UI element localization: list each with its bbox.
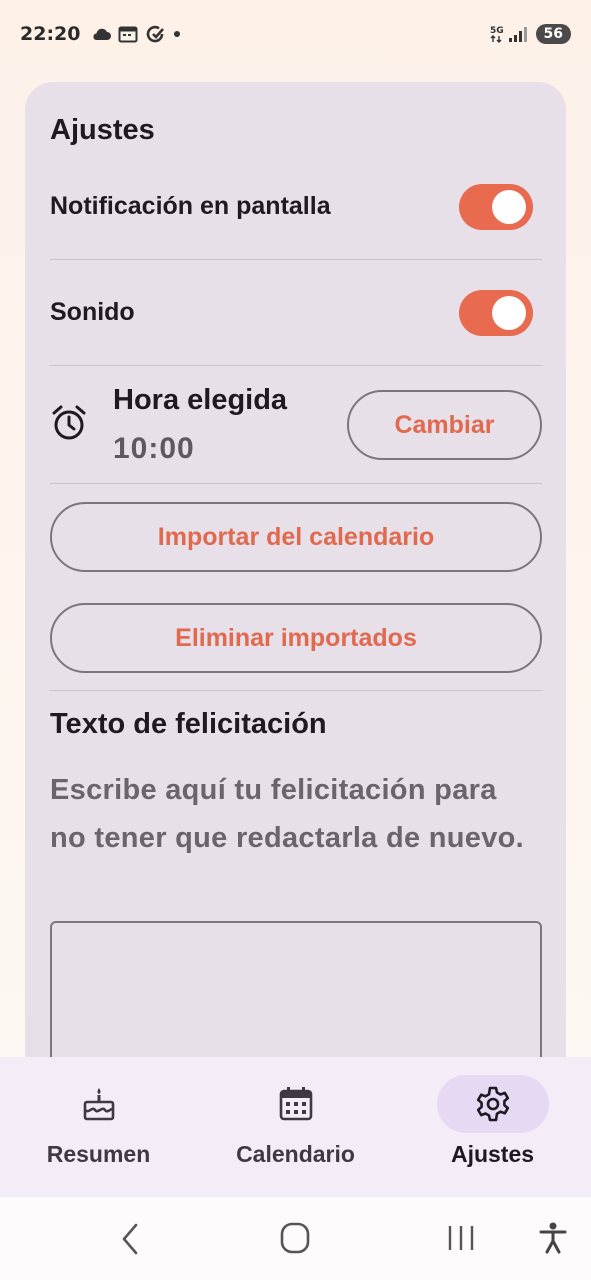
- network-5g-icon: 5G: [490, 26, 527, 43]
- chosen-time-label: Hora elegida: [113, 384, 288, 416]
- cake-icon: [83, 1088, 114, 1121]
- nav-label-calendario: Calendario: [236, 1141, 355, 1167]
- divider: [50, 690, 542, 691]
- delete-imported-button[interactable]: Eliminar importados: [50, 603, 542, 673]
- calendar-icon: [279, 1087, 312, 1121]
- chosen-time-value: 10:00: [113, 432, 195, 465]
- screen-notification-label: Notificación en pantalla: [50, 192, 331, 220]
- system-navigation-bar: [0, 1197, 591, 1280]
- recent-apps-icon[interactable]: [446, 1223, 476, 1253]
- divider: [50, 365, 542, 366]
- cloud-icon: [93, 28, 112, 40]
- gear-icon: [476, 1086, 509, 1122]
- svg-text:5G: 5G: [490, 26, 504, 36]
- sound-toggle[interactable]: [459, 290, 533, 336]
- greeting-helper-text: Escribe aquí tu felicitación para no ten…: [50, 774, 525, 854]
- status-time: 22:20: [20, 23, 81, 45]
- change-time-button[interactable]: Cambiar: [347, 390, 542, 460]
- battery-level: 56: [535, 24, 571, 44]
- settings-card: Ajustes Notificación en pantalla Sonido …: [25, 82, 566, 1082]
- divider: [50, 259, 542, 260]
- sound-label: Sonido: [50, 298, 135, 326]
- nav-label-resumen: Resumen: [46, 1141, 151, 1167]
- nav-label-ajustes: Ajustes: [450, 1141, 535, 1167]
- settings-title: Ajustes: [50, 114, 155, 146]
- status-bar: 22:20 5G 56: [0, 0, 591, 68]
- bottom-navigation: Resumen Calendario Ajustes: [0, 1057, 591, 1197]
- nav-item-resumen[interactable]: Resumen: [0, 1057, 197, 1197]
- nav-item-ajustes[interactable]: Ajustes: [394, 1057, 591, 1197]
- accessibility-icon[interactable]: [538, 1221, 568, 1255]
- alarm-clock-icon: [52, 405, 86, 440]
- dot-icon: [174, 31, 181, 37]
- status-notification-icons: [90, 23, 182, 45]
- import-calendar-button[interactable]: Importar del calendario: [50, 502, 542, 572]
- screen-notification-toggle[interactable]: [459, 184, 533, 230]
- sync-icon: [147, 25, 165, 43]
- nav-item-calendario[interactable]: Calendario: [197, 1057, 394, 1197]
- home-icon[interactable]: [279, 1221, 311, 1255]
- back-icon[interactable]: [116, 1221, 144, 1257]
- calendar-small-icon: [118, 26, 138, 43]
- greeting-section-title: Texto de felicitación: [50, 708, 327, 740]
- divider: [50, 483, 542, 484]
